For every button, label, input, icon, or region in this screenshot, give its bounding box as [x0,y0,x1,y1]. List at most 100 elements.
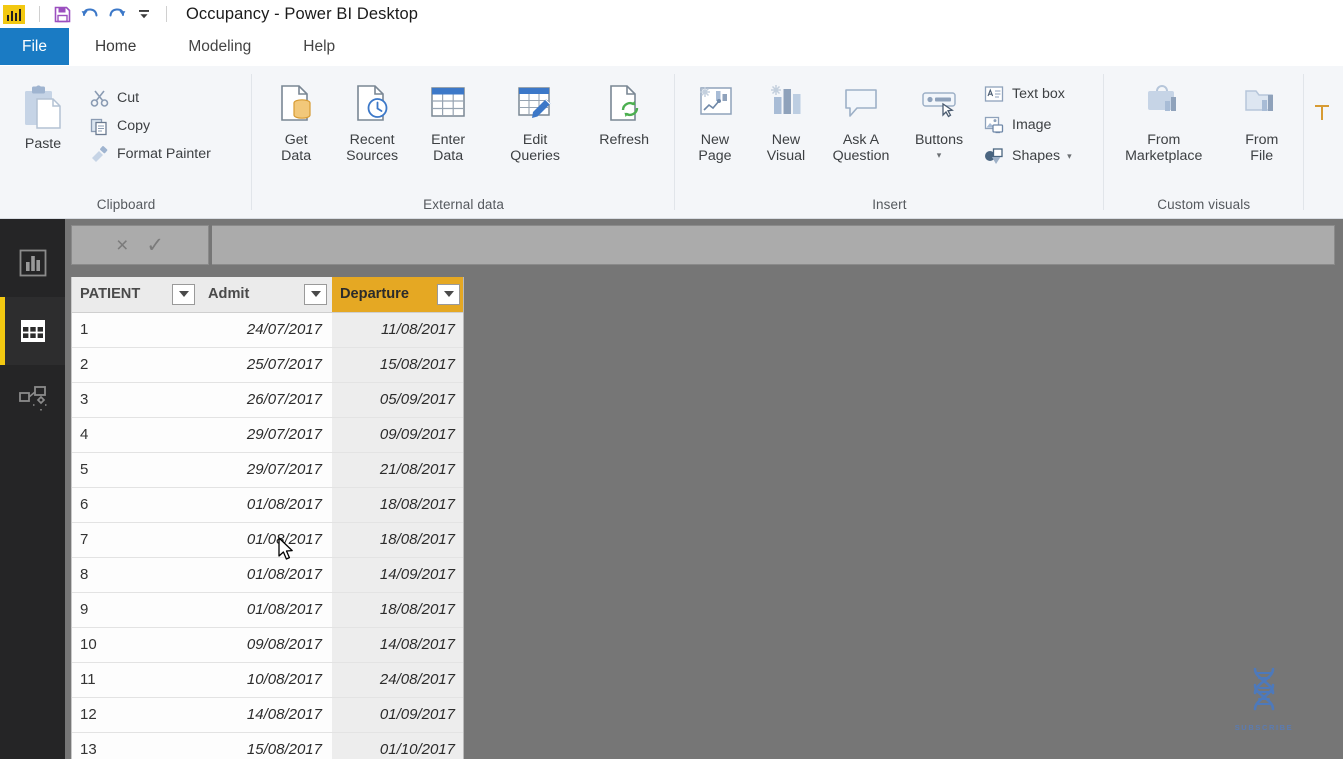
cell-patient[interactable]: 13 [72,732,200,759]
buttons-button[interactable]: Buttons ▾ [901,75,977,160]
cell-admit[interactable]: 25/07/2017 [200,347,332,383]
from-file-button[interactable]: From File [1220,75,1304,165]
cell-admit[interactable]: 14/08/2017 [200,697,332,733]
cell-patient[interactable]: 10 [72,627,200,663]
table-row[interactable]: 7 01/08/2017 18/08/2017 [72,522,463,558]
cell-departure[interactable]: 11/08/2017 [332,312,463,348]
selection-bar [0,297,5,365]
cell-departure[interactable]: 14/09/2017 [332,557,463,593]
window-title: Occupancy - Power BI Desktop [186,4,419,23]
column-header-departure[interactable]: Departure [332,277,463,313]
cell-patient[interactable]: 5 [72,452,200,488]
clipped-edge-icon[interactable] [1312,102,1334,129]
save-button[interactable] [49,2,76,26]
tab-modeling[interactable]: Modeling [162,28,277,66]
get-data-button[interactable]: Get Data [258,75,334,165]
format-painter-button[interactable]: Format Painter [86,141,217,167]
table-row[interactable]: 1 24/07/2017 11/08/2017 [72,312,463,348]
undo-button[interactable] [76,2,103,26]
buttons-icon [916,77,962,129]
table-row[interactable]: 12 14/08/2017 01/09/2017 [72,697,463,733]
table-row[interactable]: 8 01/08/2017 14/09/2017 [72,557,463,593]
cell-departure[interactable]: 01/10/2017 [332,732,463,759]
formula-cancel-button[interactable]: × [116,235,128,256]
sidebar-item-data-view[interactable] [0,297,65,365]
cell-admit[interactable]: 01/08/2017 [200,487,332,523]
enter-data-button[interactable]: Enter Data [410,75,486,165]
filter-dropdown-departure[interactable] [437,283,460,305]
cell-patient[interactable]: 3 [72,382,200,418]
column-header-admit[interactable]: Admit [200,277,332,313]
refresh-button[interactable]: Refresh [586,75,662,148]
cell-patient[interactable]: 6 [72,487,200,523]
text-box-button[interactable]: Text box [981,81,1078,107]
ask-a-question-label: Ask A Question [832,132,890,165]
table-row[interactable]: 6 01/08/2017 18/08/2017 [72,487,463,523]
table-row[interactable]: 2 25/07/2017 15/08/2017 [72,347,463,383]
table-row[interactable]: 11 10/08/2017 24/08/2017 [72,662,463,698]
buttons-caret-icon[interactable]: ▾ [937,151,942,160]
cell-departure[interactable]: 09/09/2017 [332,417,463,453]
cell-departure[interactable]: 18/08/2017 [332,522,463,558]
cell-patient[interactable]: 1 [72,312,200,348]
cell-admit[interactable]: 29/07/2017 [200,417,332,453]
table-row[interactable]: 3 26/07/2017 05/09/2017 [72,382,463,418]
tab-home[interactable]: Home [68,28,163,66]
cell-admit[interactable]: 10/08/2017 [200,662,332,698]
tab-help[interactable]: Help [277,28,361,66]
image-button[interactable]: Image [981,112,1078,138]
sidebar-item-model-view[interactable] [0,365,65,433]
ask-a-question-button[interactable]: Ask A Question [821,75,901,165]
cell-admit[interactable]: 15/08/2017 [200,732,332,759]
cell-departure[interactable]: 14/08/2017 [332,627,463,663]
table-row[interactable]: 13 15/08/2017 01/10/2017 [72,732,463,759]
cell-patient[interactable]: 4 [72,417,200,453]
paste-button[interactable]: Paste [0,75,86,152]
cell-departure[interactable]: 24/08/2017 [332,662,463,698]
cell-patient[interactable]: 7 [72,522,200,558]
filter-dropdown-patient[interactable] [172,283,195,305]
cell-departure[interactable]: 18/08/2017 [332,592,463,628]
cell-patient[interactable]: 2 [72,347,200,383]
table-row[interactable]: 5 29/07/2017 21/08/2017 [72,452,463,488]
cell-departure[interactable]: 15/08/2017 [332,347,463,383]
cell-admit[interactable]: 01/08/2017 [200,557,332,593]
cell-departure[interactable]: 05/09/2017 [332,382,463,418]
formula-accept-button[interactable]: ✓ [146,235,164,256]
cell-admit[interactable]: 01/08/2017 [200,592,332,628]
cell-patient[interactable]: 11 [72,662,200,698]
formula-input[interactable] [212,225,1335,265]
cell-patient[interactable]: 8 [72,557,200,593]
tab-file[interactable]: File [0,28,69,66]
customize-quick-access-toolbar-button[interactable] [130,2,157,26]
new-page-button[interactable]: New Page [679,75,751,165]
cell-admit[interactable]: 01/08/2017 [200,522,332,558]
redo-button[interactable] [103,2,130,26]
column-header-patient[interactable]: PATIENT [72,277,200,313]
cell-departure[interactable]: 18/08/2017 [332,487,463,523]
cell-admit[interactable]: 24/07/2017 [200,312,332,348]
cell-departure[interactable]: 21/08/2017 [332,452,463,488]
recent-sources-button[interactable]: Recent Sources [334,75,410,165]
cell-patient[interactable]: 12 [72,697,200,733]
cell-patient[interactable]: 9 [72,592,200,628]
table-header-row: PATIENT Admit Departure [72,277,463,313]
shapes-button[interactable]: Shapes ▾ [981,143,1078,169]
cell-admit[interactable]: 26/07/2017 [200,382,332,418]
cell-departure[interactable]: 01/09/2017 [332,697,463,733]
table-row[interactable]: 4 29/07/2017 09/09/2017 [72,417,463,453]
sidebar-item-report-view[interactable] [0,229,65,297]
new-visual-button[interactable]: New Visual [751,75,821,165]
from-marketplace-button[interactable]: From Marketplace [1108,75,1220,165]
cell-admit[interactable]: 29/07/2017 [200,452,332,488]
copy-button[interactable]: Copy [86,113,217,139]
shapes-caret-icon[interactable]: ▾ [1067,151,1072,161]
ribbon-group-custom-visuals: From Marketplace From File Custom visual… [1104,66,1304,218]
edit-queries-button[interactable]: Edit Queries [497,75,573,165]
filter-dropdown-admit[interactable] [304,283,327,305]
table-row[interactable]: 10 09/08/2017 14/08/2017 [72,627,463,663]
cut-button[interactable]: Cut [86,85,217,111]
table-row[interactable]: 9 01/08/2017 18/08/2017 [72,592,463,628]
ribbon-tab-strip: File Home Modeling Help [0,28,1343,66]
cell-admit[interactable]: 09/08/2017 [200,627,332,663]
